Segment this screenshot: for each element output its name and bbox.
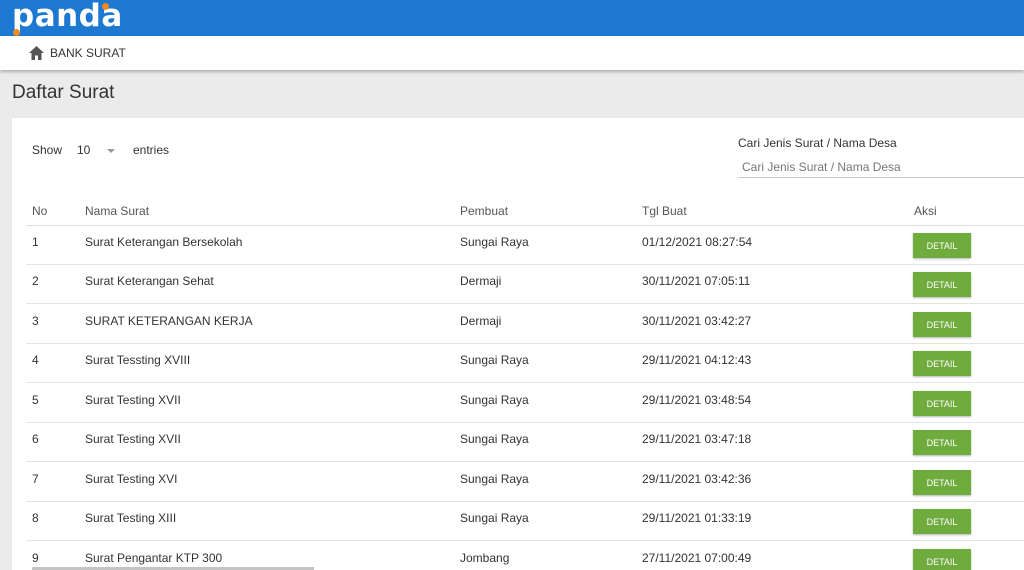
- detail-button[interactable]: DETAIL: [913, 233, 971, 258]
- cell-nama-surat: Surat Testing XVII: [85, 432, 181, 446]
- cell-tgl-buat: 01/12/2021 08:27:54: [642, 235, 753, 249]
- table-row: 2 Surat Keterangan Sehat Dermaji 30/11/2…: [26, 265, 1024, 304]
- cell-tgl-buat: 30/11/2021 03:42:27: [642, 314, 752, 328]
- cell-nama-surat: Surat Pengantar KTP 300: [85, 551, 223, 565]
- cell-pembuat: Sungai Raya: [460, 511, 529, 525]
- cell-tgl-buat: 27/11/2021 07:00:49: [642, 551, 752, 565]
- cell-nama-surat: Surat Testing XIII: [85, 511, 177, 525]
- table-row: 7 Surat Testing XVI Sungai Raya 29/11/20…: [26, 463, 1024, 502]
- breadcrumb-link-bank-surat[interactable]: BANK SURAT: [50, 46, 126, 60]
- search-input[interactable]: [738, 156, 1024, 178]
- home-icon[interactable]: [29, 46, 44, 60]
- detail-button[interactable]: DETAIL: [913, 391, 971, 416]
- page-title: Daftar Surat: [12, 82, 115, 103]
- cell-pembuat: Sungai Raya: [460, 432, 529, 446]
- cell-tgl-buat: 29/11/2021 03:42:36: [642, 472, 752, 486]
- cell-tgl-buat: 29/11/2021 03:48:54: [642, 393, 752, 407]
- search-label: Cari Jenis Surat / Nama Desa: [738, 136, 897, 150]
- logo-accent-dot: [102, 3, 109, 10]
- cell-pembuat: Sungai Raya: [460, 472, 529, 486]
- cell-nama-surat: Surat Keterangan Bersekolah: [85, 235, 243, 249]
- detail-button[interactable]: DETAIL: [913, 312, 971, 337]
- detail-button[interactable]: DETAIL: [913, 272, 971, 297]
- cell-tgl-buat: 29/11/2021 03:47:18: [642, 432, 752, 446]
- table-row: 6 Surat Testing XVII Sungai Raya 29/11/2…: [26, 423, 1024, 462]
- table-row: 3 SURAT KETERANGAN KERJA Dermaji 30/11/2…: [26, 305, 1024, 344]
- cell-tgl-buat: 29/11/2021 04:12:43: [642, 353, 752, 367]
- cell-tgl-buat: 30/11/2021 07:05:11: [642, 274, 751, 288]
- top-navbar: panda: [0, 0, 1024, 36]
- cell-pembuat: Sungai Raya: [460, 235, 529, 249]
- cell-no: 1: [32, 235, 39, 249]
- column-header-no[interactable]: No: [32, 204, 47, 218]
- cell-no: 2: [32, 274, 39, 288]
- cell-no: 9: [32, 551, 39, 565]
- cell-pembuat: Jombang: [460, 551, 510, 565]
- cell-pembuat: Sungai Raya: [460, 353, 529, 367]
- cell-nama-surat: SURAT KETERANGAN KERJA: [85, 314, 253, 328]
- cell-no: 8: [32, 511, 39, 525]
- detail-button[interactable]: DETAIL: [913, 470, 971, 495]
- cell-nama-surat: Surat Keterangan Sehat: [85, 274, 214, 288]
- page-length-select[interactable]: 10: [77, 143, 121, 159]
- cell-no: 7: [32, 472, 39, 486]
- cell-no: 6: [32, 432, 39, 446]
- table-row: 8 Surat Testing XIII Sungai Raya 29/11/2…: [26, 502, 1024, 541]
- breadcrumb-bar: [0, 36, 1024, 70]
- table-row: 4 Surat Tessting XVIII Sungai Raya 29/11…: [26, 344, 1024, 383]
- cell-no: 4: [32, 353, 39, 367]
- cell-nama-surat: Surat Tessting XVIII: [85, 353, 191, 367]
- page-length-value: 10: [77, 143, 91, 157]
- column-header-pembuat[interactable]: Pembuat: [460, 204, 508, 218]
- table-row: 5 Surat Testing XVII Sungai Raya 29/11/2…: [26, 384, 1024, 423]
- cell-nama-surat: Surat Testing XVI: [85, 472, 178, 486]
- cell-tgl-buat: 29/11/2021 01:33:19: [642, 511, 752, 525]
- detail-button[interactable]: DETAIL: [913, 509, 971, 534]
- cell-no: 5: [32, 393, 39, 407]
- table-row: 9 Surat Pengantar KTP 300 Jombang 27/11/…: [26, 542, 1024, 570]
- table-row: 1 Surat Keterangan Bersekolah Sungai Ray…: [26, 226, 1024, 265]
- detail-button[interactable]: DETAIL: [913, 351, 971, 376]
- cell-nama-surat: Surat Testing XVII: [85, 393, 181, 407]
- entries-label: entries: [133, 143, 170, 157]
- detail-button[interactable]: DETAIL: [913, 430, 971, 455]
- logo-accent-dot: [13, 29, 20, 36]
- cell-no: 3: [32, 314, 39, 328]
- detail-button[interactable]: DETAIL: [913, 549, 971, 570]
- column-header-nama-surat[interactable]: Nama Surat: [85, 204, 149, 218]
- cell-pembuat: Dermaji: [460, 274, 502, 288]
- show-label: Show: [32, 143, 63, 157]
- column-header-aksi: Aksi: [914, 204, 937, 218]
- cell-pembuat: Sungai Raya: [460, 393, 529, 407]
- cell-pembuat: Dermaji: [460, 314, 502, 328]
- column-header-tgl-buat[interactable]: Tgl Buat: [642, 204, 687, 218]
- chevron-down-icon: [107, 149, 115, 153]
